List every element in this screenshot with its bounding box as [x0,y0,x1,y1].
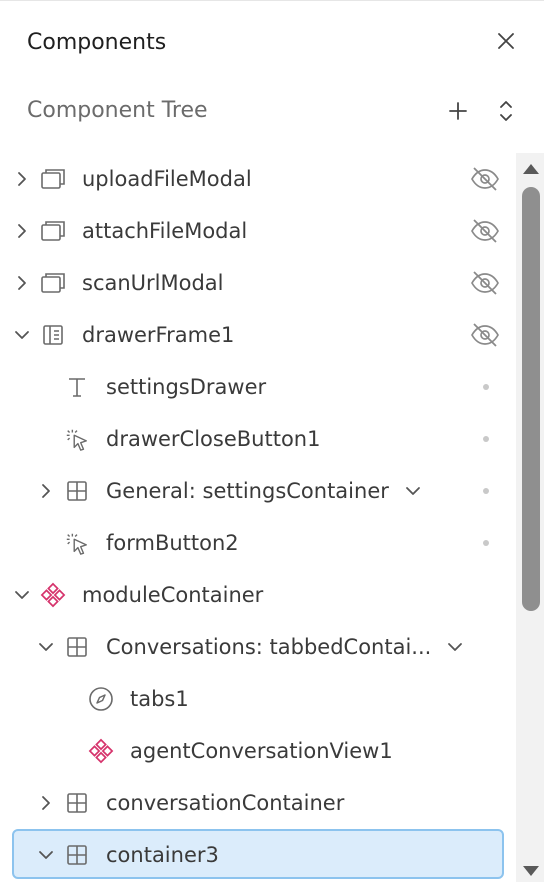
tree-row[interactable]: drawerCloseButton1 [0,413,516,465]
modal-icon [40,166,66,192]
drawer-icon [40,322,66,348]
tree-row[interactable]: moduleContainer [0,569,516,621]
tree-row[interactable]: Conversations: tabbedContai... [0,621,516,673]
tree-row-label: General: settingsContainer [106,479,389,503]
close-icon [498,33,514,49]
chevron-right-icon [42,484,50,498]
click-icon [64,426,90,452]
container-icon [64,790,90,816]
tree-row[interactable]: settingsDrawer [0,361,516,413]
expand-toggle[interactable] [12,168,32,190]
visibility-toggle[interactable] [470,165,500,193]
status-dot [483,384,489,390]
eye-off-icon [471,219,499,243]
component-tree: uploadFileModal attachFileModal scanUrlMod… [0,153,516,882]
scrollbar-thumb[interactable] [522,187,540,611]
module-icon [40,582,66,608]
eye-off-icon [471,271,499,295]
module-icon [88,738,114,764]
chevron-down-icon [15,591,29,599]
scroll-up-arrow-icon[interactable] [520,159,542,177]
eye-off-icon [471,167,499,191]
tree-row-label: scanUrlModal [82,271,224,295]
chevron-down-icon [39,643,53,651]
collapse-toggle[interactable] [36,636,56,658]
expand-toggle[interactable] [12,220,32,242]
tree-row-label: drawerFrame1 [82,323,235,347]
chevron-down-icon [39,851,53,859]
chevron-right-icon [18,224,26,238]
container-icon [64,634,90,660]
tree-row-label: formButton2 [106,531,239,555]
visibility-toggle[interactable] [470,321,500,349]
tree-row[interactable]: uploadFileModal [0,153,516,205]
components-panel: Components Component Tree uploadFileModa… [0,0,544,882]
click-icon [64,530,90,556]
panel-title: Components [27,30,167,55]
view-select-dropdown[interactable] [445,637,465,657]
tree-row-label: Conversations: tabbedContai... [106,635,432,659]
container-icon [64,842,90,868]
visibility-toggle[interactable] [470,217,500,245]
compass-icon [88,686,114,712]
collapse-toggle[interactable] [36,844,56,866]
tree-row-label: tabs1 [130,687,189,711]
collapse-toggle[interactable] [12,584,32,606]
collapse-toggle[interactable] [12,324,32,346]
expand-toggle[interactable] [36,480,56,502]
tree-row[interactable]: formButton2 [0,517,516,569]
status-dot [483,436,489,442]
tree-row[interactable]: drawerFrame1 [0,309,516,361]
scroll-down-arrow-icon[interactable] [520,863,542,881]
chevron-down-icon [15,331,29,339]
eye-off-icon [471,323,499,347]
tree-row-label: conversationContainer [106,791,345,815]
expand-toggle[interactable] [12,272,32,294]
status-dot [483,540,489,546]
status-dot [483,488,489,494]
chevron-down-icon [448,643,462,651]
chevron-right-icon [18,172,26,186]
container-icon [64,478,90,504]
chevron-right-icon [18,276,26,290]
tree-row[interactable]: container3 [0,829,516,881]
expand-collapse-button[interactable] [492,97,520,125]
chevron-right-icon [42,796,50,810]
tree-row-label: container3 [106,843,219,867]
text-icon [64,374,90,400]
modal-icon [40,270,66,296]
chevron-down-icon [406,487,420,495]
tree-row[interactable]: agentConversationView1 [0,725,516,777]
tree-row-label: uploadFileModal [82,167,252,191]
tree-row-label: attachFileModal [82,219,248,243]
expand-collapse-icon [500,101,512,121]
add-component-button[interactable] [444,97,472,125]
tree-row[interactable]: General: settingsContainer [0,465,516,517]
tree-row[interactable]: tabs1 [0,673,516,725]
tree-row[interactable]: attachFileModal [0,205,516,257]
plus-icon [449,102,467,120]
tree-row-label: moduleContainer [82,583,264,607]
tree-row[interactable]: conversationContainer [0,777,516,829]
expand-toggle[interactable] [36,792,56,814]
visibility-toggle[interactable] [470,269,500,297]
tree-row-label: agentConversationView1 [130,739,393,763]
close-button[interactable] [492,27,520,55]
tree-row-label: drawerCloseButton1 [106,427,321,451]
tree-row[interactable]: scanUrlModal [0,257,516,309]
tree-row-label: settingsDrawer [106,375,267,399]
section-title: Component Tree [27,98,208,123]
modal-icon [40,218,66,244]
view-select-dropdown[interactable] [403,481,423,501]
